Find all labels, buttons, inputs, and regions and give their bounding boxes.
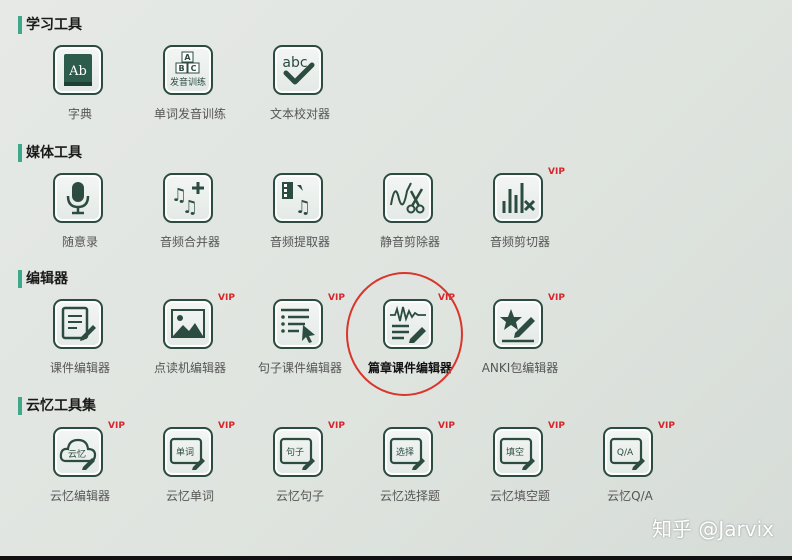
icon-caption: 云忆 — [68, 448, 86, 460]
cloud-choice-icon[interactable]: 选择 — [383, 427, 433, 477]
tool-label: 静音剪除器 — [379, 235, 440, 249]
tool-sentence-editor[interactable]: VIP 句子课件编辑器 — [250, 293, 350, 383]
tool-label: 音频剪切器 — [489, 235, 550, 249]
tool-cloud-editor[interactable]: 云忆 VIP 云忆编辑器 — [30, 421, 130, 511]
tool-audio-cut[interactable]: VIP 音频剪切器 — [470, 167, 570, 257]
tool-audio-extract[interactable]: ♫ 音频提取器 — [250, 173, 350, 257]
tool-label: 单词发音训练 — [153, 107, 226, 121]
icon-caption: 填空 — [506, 446, 524, 458]
vip-badge: VIP — [658, 421, 675, 431]
tool-label: 课件编辑器 — [49, 361, 110, 375]
icon-caption: 选择 — [396, 446, 414, 458]
svg-text:♫: ♫ — [295, 197, 311, 217]
sentence-list-icon[interactable] — [273, 299, 323, 349]
cloud-fill-icon[interactable]: 填空 — [493, 427, 543, 477]
tool-label: 云忆选择题 — [379, 489, 440, 503]
tool-label: 云忆单词 — [165, 489, 214, 503]
vip-badge: VIP — [218, 293, 235, 303]
vip-badge: VIP — [548, 293, 565, 303]
icon-caption: Q/A — [617, 448, 634, 458]
tool-courseware-editor[interactable]: 课件编辑器 — [30, 299, 130, 383]
bottom-border — [0, 556, 792, 560]
tool-cloud-sentence[interactable]: 句子 VIP 云忆句子 — [250, 421, 350, 511]
icon-caption: 发音训练 — [170, 76, 206, 88]
vip-badge: VIP — [328, 293, 345, 303]
tool-reader-editor[interactable]: VIP 点读机编辑器 — [140, 293, 240, 383]
icon-caption: abc — [282, 55, 307, 71]
word-pronunciation-icon[interactable]: A B C 发音训练 — [163, 45, 213, 95]
block-letter: C — [191, 64, 197, 73]
tool-label: 云忆编辑器 — [49, 489, 110, 503]
tool-silence-cut[interactable]: 静音剪除器 — [360, 173, 460, 257]
tool-dictionary[interactable]: Ab 字典 — [30, 45, 130, 129]
audio-cut-icon[interactable] — [493, 173, 543, 223]
block-letter: A — [184, 53, 191, 62]
block-letter: B — [178, 64, 184, 73]
tool-free-record[interactable]: 随意录 — [30, 173, 130, 257]
microphone-icon[interactable] — [53, 173, 103, 223]
section-title-media: 媒体工具 — [18, 144, 82, 162]
tool-anki-editor[interactable]: VIP ANKI包编辑器 — [470, 293, 570, 383]
cloud-qa-icon[interactable]: Q/A — [603, 427, 653, 477]
tool-label: 音频提取器 — [269, 235, 330, 249]
cloud-word-icon[interactable]: 单词 — [163, 427, 213, 477]
tool-label: 云忆句子 — [275, 489, 324, 503]
tool-label: 文本校对器 — [269, 107, 330, 121]
tool-cloud-fill[interactable]: 填空 VIP 云忆填空题 — [470, 421, 570, 511]
tool-cloud-qa[interactable]: Q/A VIP 云忆Q/A — [580, 421, 680, 511]
tool-label: 云忆Q/A — [607, 489, 653, 503]
tool-label: 点读机编辑器 — [153, 361, 226, 375]
svg-text:♫: ♫ — [182, 197, 198, 217]
silence-cut-icon[interactable] — [383, 173, 433, 223]
vip-badge: VIP — [438, 421, 455, 431]
vip-badge: VIP — [548, 167, 565, 177]
audio-extract-icon[interactable]: ♫ — [273, 173, 323, 223]
tool-label: 随意录 — [61, 235, 98, 249]
section-title-cloud: 云忆工具集 — [18, 397, 96, 415]
text-proofread-icon[interactable]: abc — [273, 45, 323, 95]
vip-badge: VIP — [548, 421, 565, 431]
svg-text:Ab: Ab — [68, 64, 87, 79]
vip-badge: VIP — [328, 421, 345, 431]
anki-star-icon[interactable] — [493, 299, 543, 349]
audio-merge-icon[interactable]: ♫ ♫ — [163, 173, 213, 223]
tool-audio-merge[interactable]: ♫ ♫ 音频合并器 — [140, 173, 240, 257]
tool-label: 字典 — [67, 107, 92, 121]
section-title-editor: 编辑器 — [18, 270, 68, 288]
tool-label: ANKI包编辑器 — [481, 361, 559, 375]
courseware-edit-icon[interactable] — [53, 299, 103, 349]
cloud-sentence-icon[interactable]: 句子 — [273, 427, 323, 477]
cloud-edit-icon[interactable]: 云忆 — [53, 427, 103, 477]
tool-label: 句子课件编辑器 — [257, 361, 342, 375]
highlight-circle — [346, 272, 463, 396]
tool-cloud-choice[interactable]: 选择 VIP 云忆选择题 — [360, 421, 460, 511]
tool-label: 云忆填空题 — [489, 489, 550, 503]
dictionary-icon[interactable]: Ab — [53, 45, 103, 95]
icon-caption: 句子 — [286, 446, 304, 458]
section-title-study: 学习工具 — [18, 16, 82, 34]
tool-text-proofread[interactable]: abc 文本校对器 — [250, 45, 350, 129]
icon-caption: 单词 — [176, 446, 194, 458]
vip-badge: VIP — [218, 421, 235, 431]
vip-badge: VIP — [108, 421, 125, 431]
image-reader-icon[interactable] — [163, 299, 213, 349]
tool-label: 音频合并器 — [159, 235, 220, 249]
watermark: 知乎 @Jarvix — [652, 517, 774, 541]
tool-word-pronunciation[interactable]: A B C 发音训练 单词发音训练 — [140, 45, 240, 129]
tool-cloud-word[interactable]: 单词 VIP 云忆单词 — [140, 421, 240, 511]
